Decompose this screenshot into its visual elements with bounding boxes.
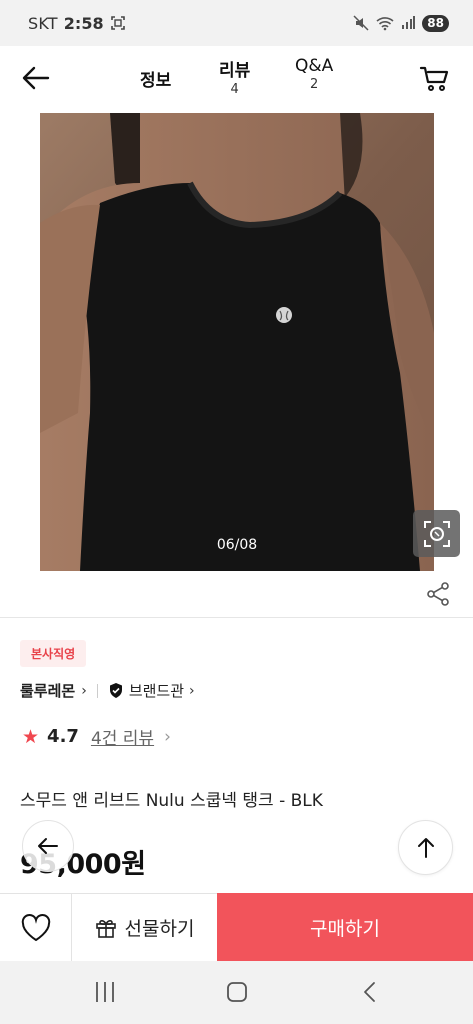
signal-icon — [402, 16, 416, 29]
product-photo[interactable]: 06/08 — [40, 113, 434, 571]
scroll-to-top-button[interactable] — [398, 820, 453, 875]
chevron-right-icon: › — [164, 726, 171, 747]
wifi-icon — [376, 17, 394, 31]
screenshot-icon — [110, 16, 125, 30]
heart-icon — [21, 913, 50, 941]
product-title: 스무드 앤 리브드 Nulu 스쿱넥 탱크 - BLK — [20, 791, 323, 811]
rating-row: ★ 4.7 4건 리뷰 › — [22, 724, 171, 750]
arrow-left-icon[interactable] — [20, 62, 52, 94]
divider — [96, 683, 98, 698]
tab-qna-label: Q&A — [295, 56, 334, 76]
floating-back-button[interactable] — [22, 820, 74, 872]
tab-qna-count: 2 — [310, 77, 319, 92]
review-count-link[interactable]: 4건 리뷰 — [91, 724, 154, 749]
brand-hall-label: 브랜드관 — [128, 682, 185, 700]
home-icon[interactable] — [226, 981, 248, 1003]
product-header: 정보 리뷰 4 Q&A 2 — [0, 46, 473, 110]
brand-name[interactable]: 룰루레몬 — [20, 680, 75, 701]
tab-info-label: 정보 — [140, 71, 172, 91]
arrow-up-icon — [417, 837, 434, 858]
recent-apps-icon[interactable] — [93, 981, 117, 1003]
share-icon[interactable] — [424, 580, 452, 608]
product-photo-illustration — [40, 113, 434, 571]
verified-shield-icon — [109, 683, 122, 698]
brand-row: 룰루레몬 › 브랜드관 › — [20, 680, 195, 701]
chevron-right-icon: › — [189, 682, 195, 699]
rating-value: 4.7 — [47, 726, 79, 747]
cart-icon[interactable] — [419, 62, 451, 94]
tab-review-count: 4 — [230, 82, 239, 97]
battery-indicator: 88 — [422, 14, 449, 32]
official-store-badge: 본사직영 — [20, 640, 87, 667]
system-nav-bar — [0, 961, 473, 1024]
system-back-icon[interactable] — [360, 981, 380, 1003]
visual-search-icon — [423, 520, 450, 547]
status-bar: SKT 2:58 88 — [0, 0, 473, 46]
buy-button[interactable]: 구매하기 — [217, 893, 473, 961]
chevron-right-icon: › — [81, 682, 87, 699]
brand-hall-link[interactable]: 브랜드관 › — [108, 680, 195, 701]
gift-button[interactable]: 선물하기 — [72, 894, 217, 961]
image-counter: 06/08 — [216, 537, 258, 553]
purchase-bar: 선물하기 구매하기 — [0, 893, 473, 961]
clock: 2:58 — [63, 13, 104, 33]
tab-review-label: 리뷰 — [219, 61, 251, 81]
gift-label: 선물하기 — [124, 918, 195, 940]
star-icon: ★ — [22, 725, 40, 748]
arrow-left-icon — [38, 838, 58, 854]
visual-search-button[interactable] — [413, 510, 460, 557]
tab-qna[interactable]: Q&A 2 — [295, 56, 333, 92]
wishlist-button[interactable] — [0, 894, 72, 961]
tab-info[interactable]: 정보 — [140, 66, 171, 91]
section-divider — [0, 617, 473, 618]
tab-review[interactable]: 리뷰 4 — [219, 56, 250, 97]
carrier-label: SKT — [28, 13, 58, 33]
mute-icon — [353, 15, 369, 31]
gift-icon — [95, 919, 116, 938]
